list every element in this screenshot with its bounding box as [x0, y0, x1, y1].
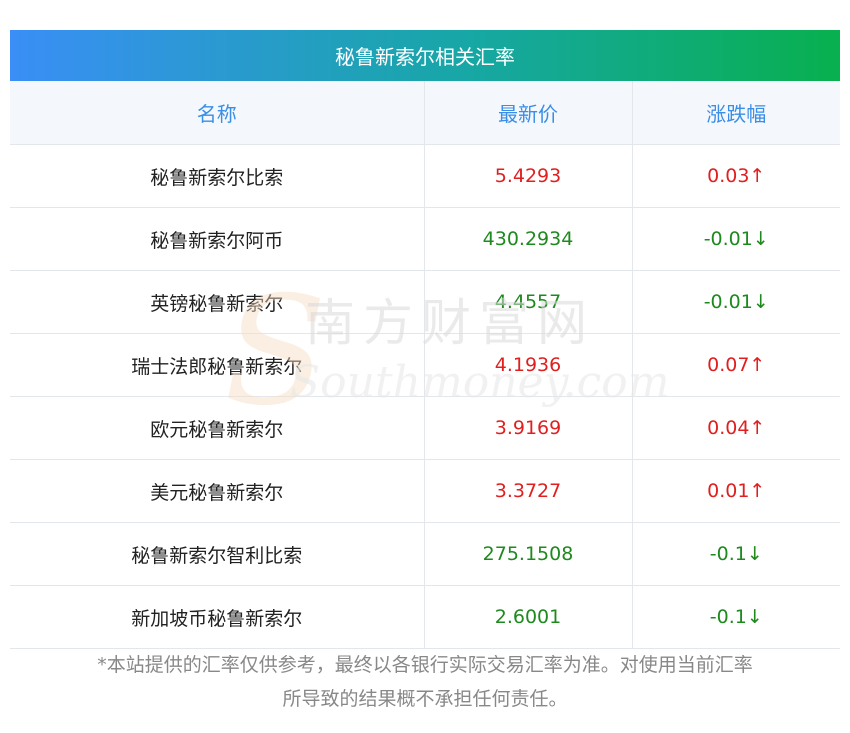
currency-pair-name: 英镑秘鲁新索尔	[10, 270, 425, 334]
change-percent: 0.03↑	[632, 144, 840, 208]
change-percent: 0.04↑	[632, 396, 840, 460]
latest-price: 430.2934	[424, 207, 633, 271]
table-row[interactable]: 英镑秘鲁新索尔 4.4557 -0.01↓	[10, 270, 840, 334]
disclaimer-line-1: *本站提供的汇率仅供参考，最终以各银行实际交易汇率为准。对使用当前汇率	[97, 654, 753, 676]
latest-price: 275.1508	[424, 522, 633, 586]
disclaimer-line-2: 所导致的结果概不承担任何责任。	[282, 688, 568, 710]
currency-pair-name: 秘鲁新索尔阿币	[10, 207, 425, 271]
table-row[interactable]: 美元秘鲁新索尔 3.3727 0.01↑	[10, 459, 840, 523]
panel-title: 秘鲁新索尔相关汇率	[335, 45, 515, 69]
exchange-rate-panel: 秘鲁新索尔相关汇率 名称 最新价 涨跌幅 秘鲁新索尔比索 5.4293 0.03↑ 秘…	[10, 30, 840, 649]
latest-price: 3.9169	[424, 396, 633, 460]
rate-table: 名称 最新价 涨跌幅 秘鲁新索尔比索 5.4293 0.03↑ 秘鲁新索尔阿币 430.…	[10, 81, 840, 649]
change-percent: 0.01↑	[632, 459, 840, 523]
table-header-row: 名称 最新价 涨跌幅	[10, 81, 840, 145]
column-header-price: 最新价	[424, 81, 633, 145]
table-row[interactable]: 新加坡币秘鲁新索尔 2.6001 -0.1↓	[10, 585, 840, 649]
change-percent: -0.1↓	[632, 585, 840, 649]
currency-pair-name: 瑞士法郎秘鲁新索尔	[10, 333, 425, 397]
table-row[interactable]: 秘鲁新索尔比索 5.4293 0.03↑	[10, 144, 840, 208]
currency-pair-name: 秘鲁新索尔智利比索	[10, 522, 425, 586]
table-row[interactable]: 欧元秘鲁新索尔 3.9169 0.04↑	[10, 396, 840, 460]
latest-price: 5.4293	[424, 144, 633, 208]
currency-pair-name: 新加坡币秘鲁新索尔	[10, 585, 425, 649]
currency-pair-name: 欧元秘鲁新索尔	[10, 396, 425, 460]
table-row[interactable]: 秘鲁新索尔阿币 430.2934 -0.01↓	[10, 207, 840, 271]
latest-price: 3.3727	[424, 459, 633, 523]
change-percent: -0.01↓	[632, 270, 840, 334]
table-row[interactable]: 瑞士法郎秘鲁新索尔 4.1936 0.07↑	[10, 333, 840, 397]
disclaimer: *本站提供的汇率仅供参考，最终以各银行实际交易汇率为准。对使用当前汇率 所导致的…	[0, 648, 850, 716]
latest-price: 4.1936	[424, 333, 633, 397]
change-percent: -0.1↓	[632, 522, 840, 586]
change-percent: -0.01↓	[632, 207, 840, 271]
currency-pair-name: 美元秘鲁新索尔	[10, 459, 425, 523]
table-row[interactable]: 秘鲁新索尔智利比索 275.1508 -0.1↓	[10, 522, 840, 586]
latest-price: 4.4557	[424, 270, 633, 334]
latest-price: 2.6001	[424, 585, 633, 649]
panel-title-banner: 秘鲁新索尔相关汇率	[10, 30, 840, 81]
column-header-change: 涨跌幅	[632, 81, 840, 145]
change-percent: 0.07↑	[632, 333, 840, 397]
column-header-name: 名称	[10, 81, 425, 145]
currency-pair-name: 秘鲁新索尔比索	[10, 144, 425, 208]
